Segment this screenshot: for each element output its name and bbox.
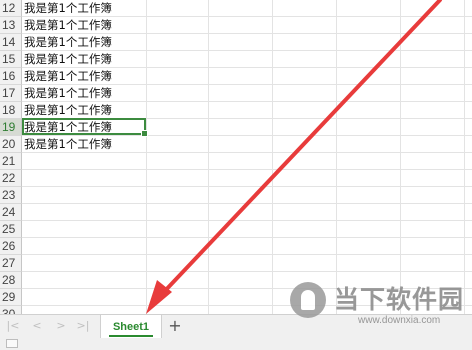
tab-label: Sheet1 — [112, 321, 150, 333]
row-divider — [22, 254, 472, 255]
column-divider — [336, 0, 337, 314]
watermark-url: www.downxia.com — [358, 315, 441, 326]
status-icon — [6, 339, 18, 348]
row-header[interactable]: 29 — [0, 289, 22, 306]
row-header[interactable]: 17 — [0, 85, 22, 102]
cell-a18[interactable]: 我是第1个工作簿 — [24, 102, 112, 119]
first-sheet-button[interactable]: |< — [6, 319, 20, 333]
active-tab-indicator — [109, 335, 153, 337]
watermark-text: 当下软件园 — [334, 285, 465, 314]
row-header[interactable]: 25 — [0, 221, 22, 238]
row-header[interactable]: 13 — [0, 17, 22, 34]
previous-sheet-button[interactable]: < — [30, 319, 44, 333]
selected-cell[interactable] — [22, 118, 148, 137]
row-header[interactable]: 26 — [0, 238, 22, 255]
row-header[interactable]: 18 — [0, 102, 22, 119]
cell-a12[interactable]: 我是第1个工作簿 — [24, 0, 112, 17]
row-divider — [22, 169, 472, 170]
cell-a16[interactable]: 我是第1个工作簿 — [24, 68, 112, 85]
row-divider — [22, 186, 472, 187]
row-divider — [22, 203, 472, 204]
row-header[interactable]: 28 — [0, 272, 22, 289]
row-header[interactable]: 12 — [0, 0, 22, 17]
row-header[interactable]: 22 — [0, 170, 22, 187]
row-header[interactable]: 21 — [0, 153, 22, 170]
spreadsheet-grid[interactable]: 12 我是第1个工作簿 13 我是第1个工作簿 14 我是第1个工作簿 15 我是第1个工作簿… — [0, 0, 472, 323]
add-sheet-button[interactable]: + — [166, 317, 184, 335]
row-header[interactable]: 14 — [0, 34, 22, 51]
row-header[interactable]: 23 — [0, 187, 22, 204]
row-header[interactable]: 24 — [0, 204, 22, 221]
column-divider — [272, 0, 273, 314]
next-sheet-button[interactable]: > — [54, 319, 68, 333]
cell-a13[interactable]: 我是第1个工作簿 — [24, 17, 112, 34]
cell-a15[interactable]: 我是第1个工作簿 — [24, 51, 112, 68]
row-header[interactable]: 19 — [0, 119, 22, 136]
watermark: 当下软件园 www.downxia.com — [284, 278, 472, 334]
column-divider — [146, 0, 147, 314]
row-divider — [22, 220, 472, 221]
row-header[interactable]: 27 — [0, 255, 22, 272]
column-divider — [400, 0, 401, 314]
row-divider — [22, 271, 472, 272]
row-header[interactable]: 15 — [0, 51, 22, 68]
row-header[interactable]: 20 — [0, 136, 22, 153]
status-bar — [0, 338, 472, 350]
cell-a14[interactable]: 我是第1个工作簿 — [24, 34, 112, 51]
cell-a17[interactable]: 我是第1个工作簿 — [24, 85, 112, 102]
row-header[interactable]: 16 — [0, 68, 22, 85]
row-divider — [22, 237, 472, 238]
last-sheet-button[interactable]: >| — [76, 319, 90, 333]
tab-sheet1[interactable]: Sheet1 — [100, 315, 162, 339]
cell-a20[interactable]: 我是第1个工作簿 — [24, 136, 112, 153]
watermark-logo-icon — [290, 282, 326, 318]
fill-handle[interactable] — [141, 130, 148, 137]
column-divider — [208, 0, 209, 314]
column-divider — [464, 0, 465, 314]
